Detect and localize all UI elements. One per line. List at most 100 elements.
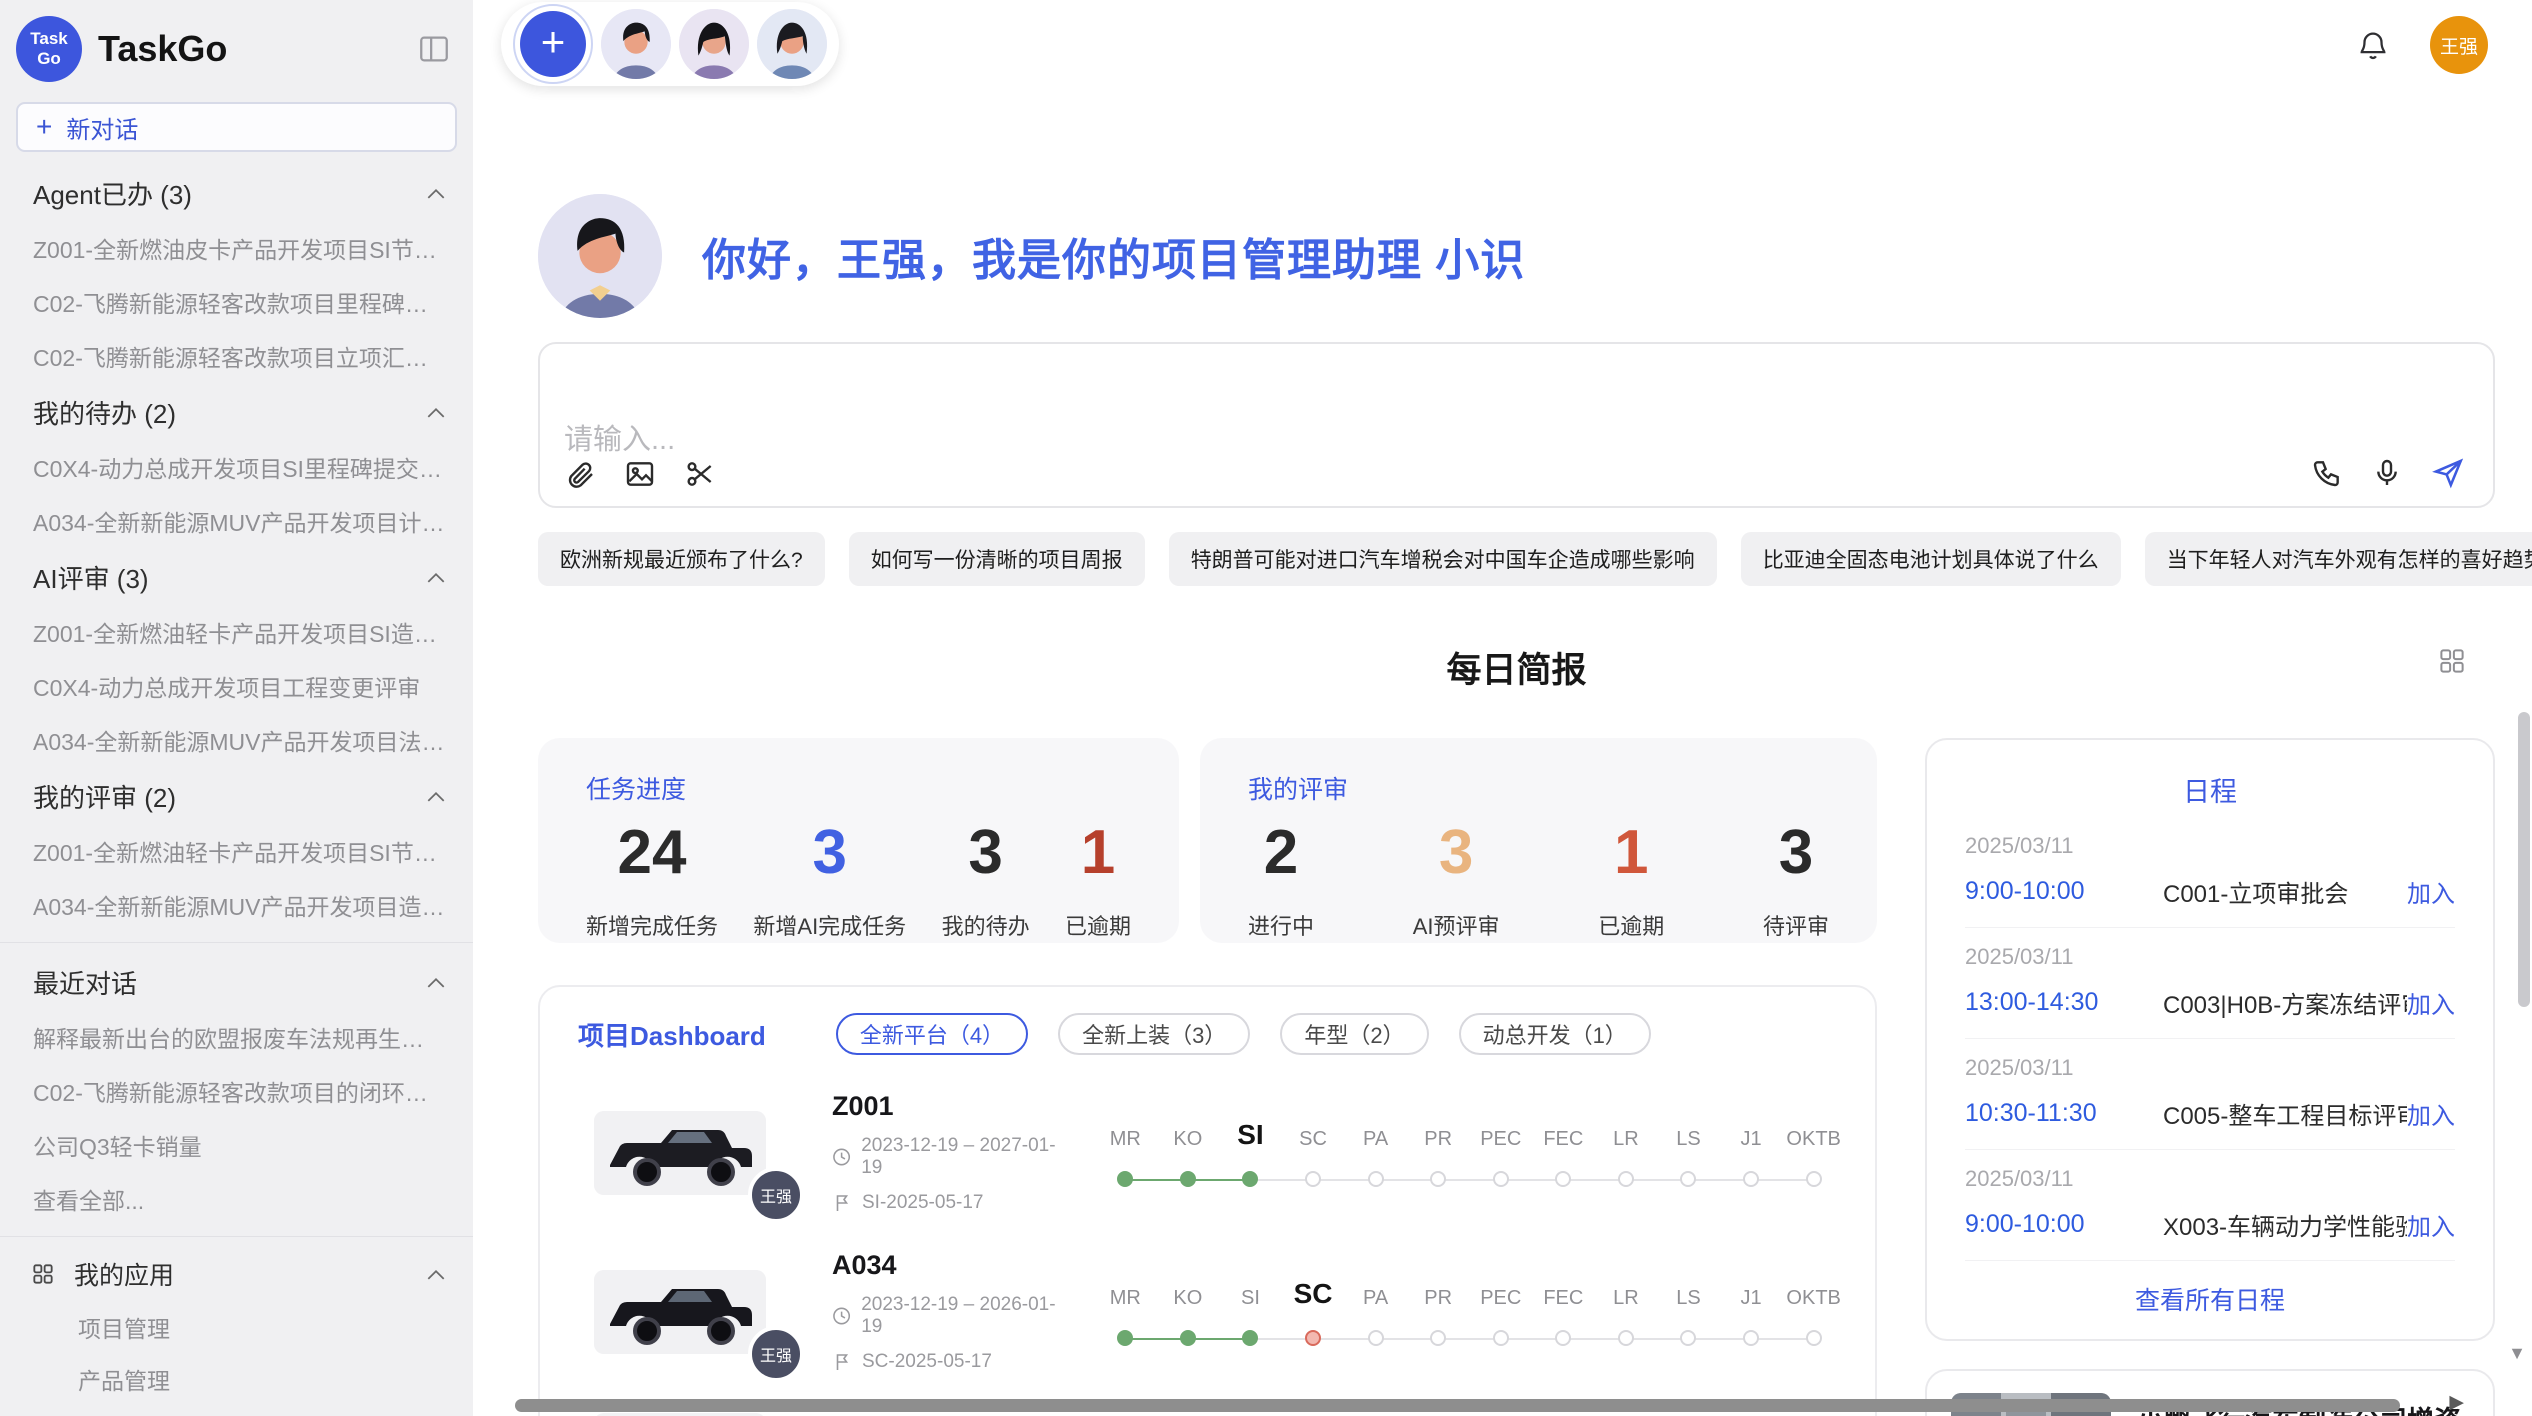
schedule-event[interactable]: 2025/03/11 9:00-10:00 X003-车辆动力学性能验... 加… xyxy=(1965,1150,2455,1261)
sidebar-item[interactable]: A034-全新新能源MUV产品开发项目计划变更表编写 xyxy=(0,494,473,548)
event-row: 13:00-14:30 C003|H0B-方案冻结评审 加入 xyxy=(1965,985,2455,1020)
tab-all-new-platform[interactable]: 全新平台（4） xyxy=(836,1013,1028,1055)
milestone: FEC xyxy=(1532,1276,1595,1346)
sidebar-item[interactable]: C02-飞腾新能源轻客改款项目里程碑画布 xyxy=(0,275,473,329)
project-dates: 2023-12-19 – 2026-01-19 xyxy=(832,1294,1068,1338)
milestone-dot xyxy=(1680,1330,1696,1346)
milestone-dot xyxy=(1618,1330,1634,1346)
tab-model-year[interactable]: 年型（2） xyxy=(1280,1013,1428,1055)
sidebar-scroll-area[interactable]: Agent已办 (3) Z001-全新燃油皮卡产品开发项目SI节点Lesson … xyxy=(0,158,473,1416)
schedule-event[interactable]: 2025/03/11 13:00-14:30 C003|H0B-方案冻结评审 加… xyxy=(1965,928,2455,1039)
recent-chat-item[interactable]: 解释最新出台的欧盟报废车法规再生塑料比例被调至15%... xyxy=(0,1010,473,1064)
agent-avatar-2[interactable] xyxy=(679,9,749,79)
milestone: PA xyxy=(1344,1117,1407,1187)
view-all-schedule-link[interactable]: 查看所有日程 xyxy=(1965,1281,2455,1317)
milestone-label: PEC xyxy=(1480,1117,1521,1151)
flag-icon xyxy=(832,1352,852,1372)
stat-label: 已逾期 xyxy=(1598,909,1664,941)
sidebar-item[interactable]: Z001-全新燃油轻卡产品开发项目SI造型提交物评审 xyxy=(0,605,473,659)
image-upload-icon[interactable] xyxy=(624,458,656,490)
suggestion-chip[interactable]: 欧洲新规最近颁布了什么? xyxy=(538,532,825,586)
app-item-product-mgmt[interactable]: 产品管理 xyxy=(0,1353,473,1405)
sidebar-group-my-review[interactable]: 我的评审 (2) xyxy=(0,767,473,824)
collapse-sidebar-icon[interactable] xyxy=(417,32,451,66)
stat-value: 1 xyxy=(1065,820,1131,885)
new-chat-button[interactable]: + 新对话 xyxy=(16,102,457,152)
project-row-z001[interactable]: 王强 Z001 2023-12-19 – 2027-01-19 xyxy=(570,1091,1845,1214)
layout-grid-icon[interactable] xyxy=(2437,646,2467,676)
tab-powertrain-dev[interactable]: 动总开发（1） xyxy=(1459,1013,1651,1055)
sidebar-item[interactable]: C02-飞腾新能源轻客改款项目立项汇报方案 xyxy=(0,329,473,383)
sidebar-group-recent-chats[interactable]: 最近对话 xyxy=(0,953,473,1010)
project-owner-badge: 王强 xyxy=(748,1167,804,1223)
event-time: 10:30-11:30 xyxy=(1965,1099,2163,1128)
chat-input-box[interactable]: 请输入... xyxy=(538,342,2495,508)
milestone-dot xyxy=(1493,1330,1509,1346)
scroll-right-arrow[interactable]: ▶ xyxy=(2449,1391,2464,1414)
agent-avatar-1[interactable] xyxy=(601,9,671,79)
milestone-label: MR xyxy=(1110,1276,1141,1310)
project-thumbnail: 王强 xyxy=(594,1270,766,1354)
add-agent-button[interactable]: + xyxy=(513,4,593,84)
main-content: 你好，王强，我是你的项目管理助理 小识 请输入... xyxy=(473,0,2532,1416)
milestone-label-current: SI xyxy=(1237,1117,1263,1151)
attachment-icon[interactable] xyxy=(564,458,596,490)
schedule-event[interactable]: 2025/03/11 9:00-10:00 C001-立项审批会 加入 xyxy=(1965,817,2455,928)
voice-call-icon[interactable] xyxy=(2311,457,2343,489)
horizontal-scrollbar-thumb[interactable] xyxy=(515,1399,2400,1412)
new-chat-label: 新对话 xyxy=(66,110,138,145)
sidebar-item[interactable]: Z001-全新燃油轻卡产品开发项目SI节点属性5D文件评审 xyxy=(0,824,473,878)
notification-bell-icon[interactable] xyxy=(2356,28,2390,62)
sidebar-item[interactable]: C0X4-动力总成开发项目工程变更评审 xyxy=(0,659,473,713)
recent-chats-view-all[interactable]: 查看全部... xyxy=(0,1172,473,1226)
microphone-icon[interactable] xyxy=(2371,457,2403,489)
milestone-dot xyxy=(1555,1171,1571,1187)
recent-chat-item[interactable]: 公司Q3轻卡销量 xyxy=(0,1118,473,1172)
greeting-text: 你好，王强，我是你的项目管理助理 小识 xyxy=(702,224,1525,288)
stat: 1已逾期 xyxy=(1065,820,1131,941)
project-milestone-tag: SI-2025-05-17 xyxy=(832,1192,1068,1214)
sidebar-item[interactable]: C0X4-动力总成开发项目SI里程碑提交物检查 xyxy=(0,440,473,494)
send-icon[interactable] xyxy=(2431,456,2465,490)
stat: 3新增AI完成任务 xyxy=(753,820,906,941)
milestone: PEC xyxy=(1469,1276,1532,1346)
milestone-label: FEC xyxy=(1543,1117,1583,1151)
app-item-change-mgmt[interactable]: 变更管理 xyxy=(0,1405,473,1416)
sidebar-group-agent-done[interactable]: Agent已办 (3) xyxy=(0,164,473,221)
scroll-down-arrow[interactable]: ▼ xyxy=(2508,1343,2526,1364)
join-button[interactable]: 加入 xyxy=(2407,985,2455,1020)
schedule-event[interactable]: 2025/03/11 10:30-11:30 C005-整车工程目标评审 加入 xyxy=(1965,1039,2455,1150)
suggestion-chip[interactable]: 当下年轻人对汽车外观有怎样的喜好趋势 xyxy=(2145,532,2532,586)
sidebar-group-my-todo[interactable]: 我的待办 (2) xyxy=(0,383,473,440)
tab-all-new-body[interactable]: 全新上装（3） xyxy=(1058,1013,1250,1055)
stat-value: 3 xyxy=(1763,820,1829,885)
milestone-label: KO xyxy=(1173,1117,1202,1151)
suggestion-chip[interactable]: 特朗普可能对进口汽车增税会对中国车企造成哪些影响 xyxy=(1169,532,1717,586)
milestone-label-current: SC xyxy=(1294,1276,1333,1310)
scissors-icon[interactable] xyxy=(684,458,716,490)
milestone-label: LR xyxy=(1613,1276,1639,1310)
app-item-project-mgmt[interactable]: 项目管理 xyxy=(0,1301,473,1353)
dashboard-title: 项目Dashboard xyxy=(578,1016,766,1053)
stat: 3AI预评审 xyxy=(1413,820,1500,941)
join-button[interactable]: 加入 xyxy=(2407,1096,2455,1131)
join-button[interactable]: 加入 xyxy=(2407,1207,2455,1242)
project-row-a034[interactable]: 王强 A034 2023-12-19 – 2026-01-19 xyxy=(570,1250,1845,1373)
sidebar-group-ai-review[interactable]: AI评审 (3) xyxy=(0,548,473,605)
milestone-dot xyxy=(1242,1330,1258,1346)
agent-avatar-3[interactable] xyxy=(757,9,827,79)
sidebar-item[interactable]: A034-全新新能源MUV产品开发项目造型可行性评审 xyxy=(0,878,473,932)
user-avatar[interactable]: 王强 xyxy=(2430,16,2488,74)
sidebar-item-my-apps[interactable]: 我的应用 xyxy=(0,1247,473,1301)
suggestion-chip[interactable]: 如何写一份清晰的项目周报 xyxy=(849,532,1145,586)
sidebar-item[interactable]: A034-全新新能源MUV产品开发项目法规符合性评审 xyxy=(0,713,473,767)
sidebar-item[interactable]: Z001-全新燃油皮卡产品开发项目SI节点Lesson Learn报告 xyxy=(0,221,473,275)
suggestion-chip[interactable]: 比亚迪全固态电池计划具体说了什么 xyxy=(1741,532,2121,586)
recent-chat-item[interactable]: C02-飞腾新能源轻客改款项目的闭环通告反馈情况 xyxy=(0,1064,473,1118)
stat-label: 新增AI完成任务 xyxy=(753,909,906,941)
clock-icon xyxy=(832,1306,851,1326)
vertical-scrollbar-thumb[interactable] xyxy=(2518,712,2530,1007)
input-right-icons xyxy=(2311,456,2465,490)
plus-icon: + xyxy=(36,113,52,141)
join-button[interactable]: 加入 xyxy=(2407,874,2455,909)
